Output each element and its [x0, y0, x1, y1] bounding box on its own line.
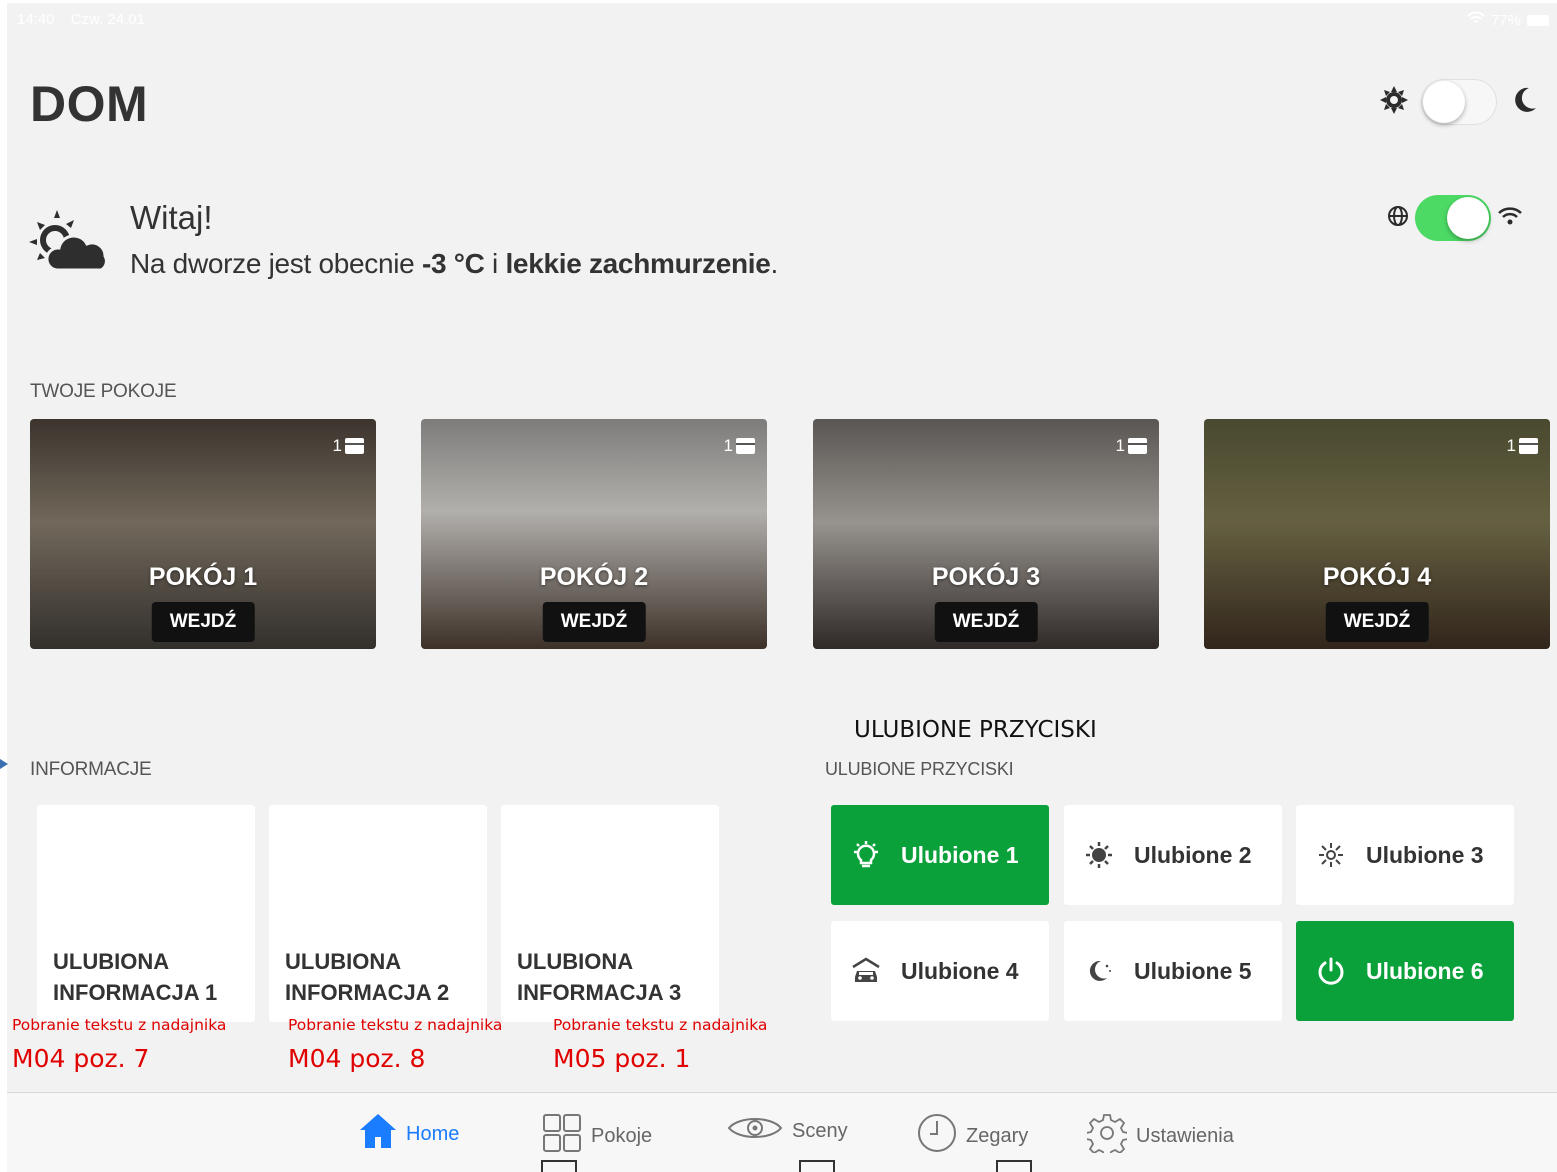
annotation-box [996, 1160, 1032, 1172]
annotation-arrow [0, 759, 8, 769]
theme-switch [1379, 79, 1539, 125]
globe-icon [1387, 205, 1409, 232]
greeting-text: Witaj! [130, 199, 213, 236]
favorite-label: Ulubione 2 [1134, 841, 1252, 868]
status-time: 14:40 [17, 11, 55, 28]
annotation-note: Pobranie tekstu z nadajnika [288, 1016, 503, 1034]
lightbulb-icon [848, 837, 884, 873]
wifi-icon [1497, 206, 1523, 231]
clock-icon [917, 1113, 957, 1159]
home-icon [359, 1113, 397, 1155]
grid-icon [542, 1113, 582, 1159]
favorite-label: Ulubione 5 [1134, 957, 1252, 984]
favorite-button-3[interactable]: Ulubione 3 [1296, 805, 1514, 905]
network-toggle[interactable] [1415, 195, 1491, 241]
annotation-code: M04 poz. 7 [12, 1044, 150, 1073]
tab-zegary[interactable]: Zegary [917, 1113, 1028, 1159]
annotation-box [541, 1160, 577, 1172]
device-count: 1 [724, 436, 755, 456]
room-card-3[interactable]: 1 POKÓJ 3 WEJDŹ [813, 419, 1159, 649]
eye-icon [727, 1113, 783, 1149]
weather-condition: lekkie zachmurzenie [505, 248, 771, 279]
box-icon [345, 438, 364, 454]
annotation-note: Pobranie tekstu z nadajnika [553, 1016, 768, 1034]
weather-summary: Na dworze jest obecnie -3 °C i lekkie za… [130, 248, 779, 279]
info-section-label: INFORMACJE [30, 759, 152, 780]
favorites-annotation: ULUBIONE PRZYCISKI [854, 717, 1097, 743]
rooms-section-label: TWOJE POKOJE [30, 381, 177, 402]
room-name: POKÓJ 2 [539, 563, 649, 591]
favorite-button-4[interactable]: Ulubione 4 [831, 921, 1049, 1021]
tab-pokoje[interactable]: Pokoje [542, 1113, 652, 1159]
sun-dim-icon [1313, 837, 1349, 873]
power-icon [1313, 953, 1349, 989]
annotation-box [799, 1160, 835, 1172]
room-name: POKÓJ 4 [1322, 563, 1432, 591]
enter-room-button[interactable]: WEJDŹ [934, 602, 1038, 642]
favorite-label: Ulubione 6 [1366, 957, 1484, 984]
room-card-4[interactable]: 1 POKÓJ 4 WEJDŹ [1204, 419, 1550, 649]
status-date: Czw. 24.01 [70, 11, 145, 28]
weather-partly-cloudy-icon [27, 208, 109, 277]
device-count: 1 [1507, 436, 1538, 456]
page-title: DOM [30, 76, 149, 132]
favorite-label: Ulubione 1 [901, 841, 1019, 868]
status-bar-right: 77% [1467, 11, 1549, 29]
favorite-label: Ulubione 4 [901, 957, 1019, 984]
tab-sceny[interactable]: Sceny [727, 1113, 848, 1149]
info-tile-3[interactable]: ULUBIONA INFORMACJA 3 [501, 805, 719, 1022]
annotation-code: M04 poz. 8 [288, 1044, 426, 1073]
battery-percent: 77% [1490, 11, 1521, 29]
box-icon [736, 438, 755, 454]
status-bar-left: 14:40 Czw. 24.01 [17, 11, 157, 28]
enter-room-button[interactable]: WEJDŹ [151, 602, 255, 642]
info-tile-1[interactable]: ULUBIONA INFORMACJA 1 [37, 805, 255, 1022]
favorites-section-label: ULUBIONE PRZYCISKI [825, 759, 1014, 779]
annotation-code: M05 poz. 1 [553, 1044, 691, 1073]
favorite-button-2[interactable]: Ulubione 2 [1064, 805, 1282, 905]
room-name: POKÓJ 3 [931, 563, 1041, 591]
tab-home[interactable]: Home [359, 1113, 459, 1155]
box-icon [1128, 438, 1147, 454]
moon-stars-icon [1081, 953, 1117, 989]
sun-gear-icon [1379, 85, 1409, 120]
network-switch [1387, 195, 1523, 241]
room-card-2[interactable]: 1 POKÓJ 2 WEJDŹ [421, 419, 767, 649]
enter-room-button[interactable]: WEJDŹ [542, 602, 646, 642]
favorite-button-1[interactable]: Ulubione 1 [831, 805, 1049, 905]
annotation-note: Pobranie tekstu z nadajnika [12, 1016, 227, 1034]
gear-icon [1085, 1113, 1129, 1159]
garage-icon [848, 953, 884, 989]
info-tile-2[interactable]: ULUBIONA INFORMACJA 2 [269, 805, 487, 1022]
box-icon [1519, 438, 1538, 454]
tab-ustawienia[interactable]: Ustawienia [1085, 1113, 1234, 1159]
device-count: 1 [1116, 436, 1147, 456]
favorite-label: Ulubione 3 [1366, 841, 1484, 868]
enter-room-button[interactable]: WEJDŹ [1325, 602, 1429, 642]
battery-icon [1527, 14, 1549, 26]
room-card-1[interactable]: 1 POKÓJ 1 WEJDŹ [30, 419, 376, 649]
tab-bar: Home Pokoje Sceny Zegary Ustawienia [7, 1092, 1557, 1172]
favorite-button-6[interactable]: Ulubione 6 [1296, 921, 1514, 1021]
device-count: 1 [333, 436, 364, 456]
theme-toggle[interactable] [1421, 79, 1497, 125]
wifi-status-icon [1467, 11, 1485, 29]
app-screen: 14:40 Czw. 24.01 77% DOM Witaj! Na dworz… [7, 3, 1557, 1172]
moon-icon [1509, 85, 1539, 120]
temperature: -3 °C [421, 248, 485, 279]
favorite-button-5[interactable]: Ulubione 5 [1064, 921, 1282, 1021]
room-name: POKÓJ 1 [148, 563, 258, 591]
sun-bright-icon [1081, 837, 1117, 873]
